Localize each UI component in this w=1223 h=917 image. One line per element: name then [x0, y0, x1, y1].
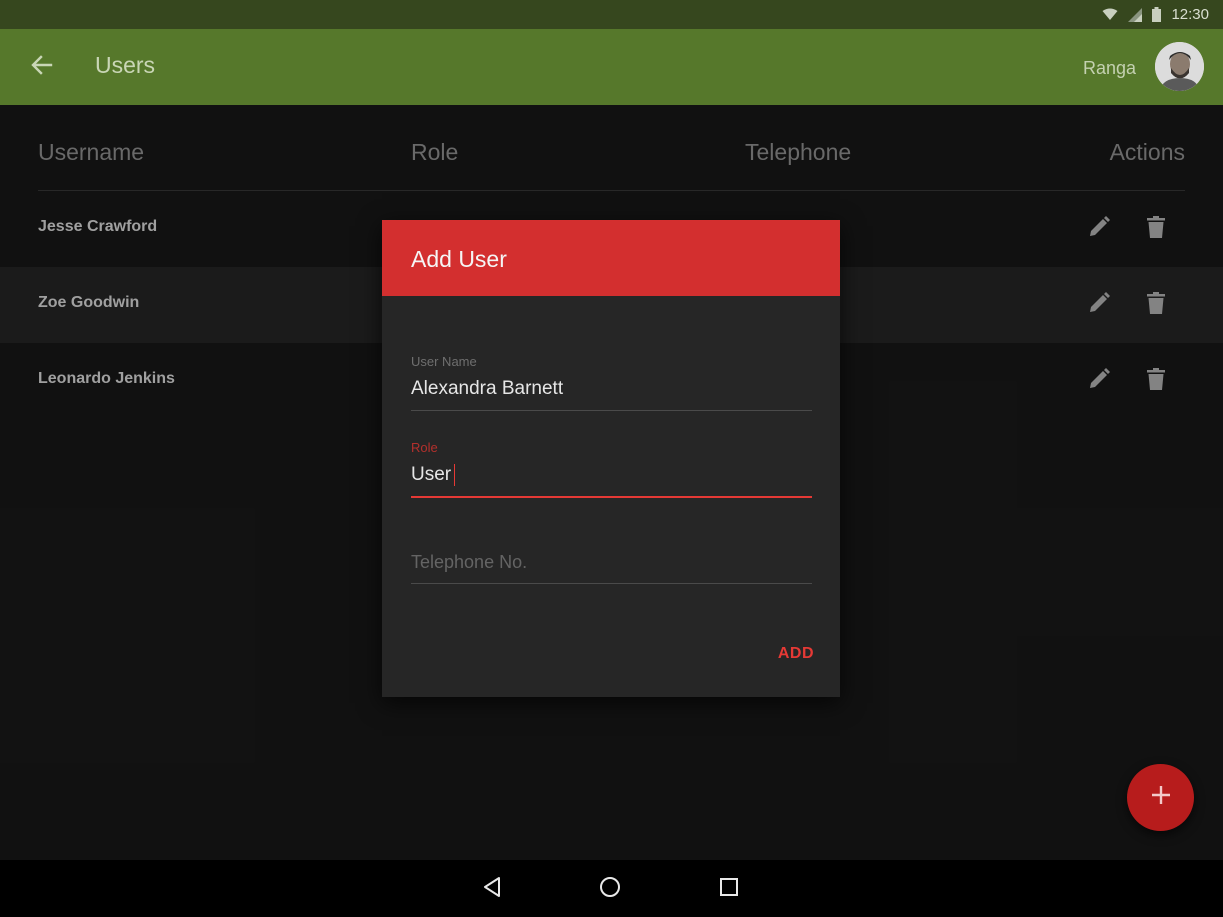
- user-name-field[interactable]: User Name Alexandra Barnett: [411, 352, 812, 412]
- add-user-dialog: Add User User Name Alexandra Barnett Rol…: [382, 220, 840, 697]
- add-user-fab[interactable]: [1127, 764, 1194, 831]
- recents-square-icon: [719, 877, 739, 902]
- add-button[interactable]: ADD: [778, 645, 814, 663]
- wifi-icon: [1102, 8, 1118, 21]
- role-label: Role: [411, 440, 438, 455]
- page-title: Users: [95, 52, 156, 78]
- user-name-label: User Name: [411, 354, 477, 369]
- back-button[interactable]: [24, 49, 60, 85]
- home-circle-icon: [599, 876, 621, 903]
- plus-icon: [1151, 785, 1171, 810]
- role-value: User: [411, 464, 452, 486]
- nav-recents-button[interactable]: [714, 874, 744, 904]
- telephone-input[interactable]: Telephone No.: [411, 552, 527, 573]
- dialog-title: Add User: [411, 246, 507, 272]
- nav-back-button[interactable]: [477, 874, 507, 904]
- telephone-underline: [411, 583, 812, 584]
- signal-icon: [1128, 7, 1143, 22]
- dialog-header: Add User: [382, 220, 840, 296]
- system-nav-bar: [0, 860, 1223, 917]
- app-bar: Users Ranga: [0, 29, 1223, 105]
- user-name-underline: [411, 410, 812, 411]
- role-underline: [411, 496, 812, 498]
- avatar[interactable]: [1155, 42, 1204, 91]
- status-time: 12:30: [1171, 6, 1209, 23]
- back-triangle-icon: [482, 876, 502, 903]
- telephone-field[interactable]: Telephone No.: [411, 538, 812, 586]
- arrow-left-icon: [31, 54, 53, 80]
- battery-icon: [1152, 7, 1162, 22]
- nav-home-button[interactable]: [595, 874, 625, 904]
- current-user-name: Ranga: [1082, 58, 1136, 78]
- role-input[interactable]: User: [411, 464, 812, 486]
- text-caret: [454, 464, 456, 486]
- status-icons: 12:30: [1102, 0, 1209, 29]
- status-bar: 12:30: [0, 0, 1223, 29]
- user-name-input[interactable]: Alexandra Barnett: [411, 378, 812, 400]
- role-field[interactable]: Role User: [411, 438, 812, 500]
